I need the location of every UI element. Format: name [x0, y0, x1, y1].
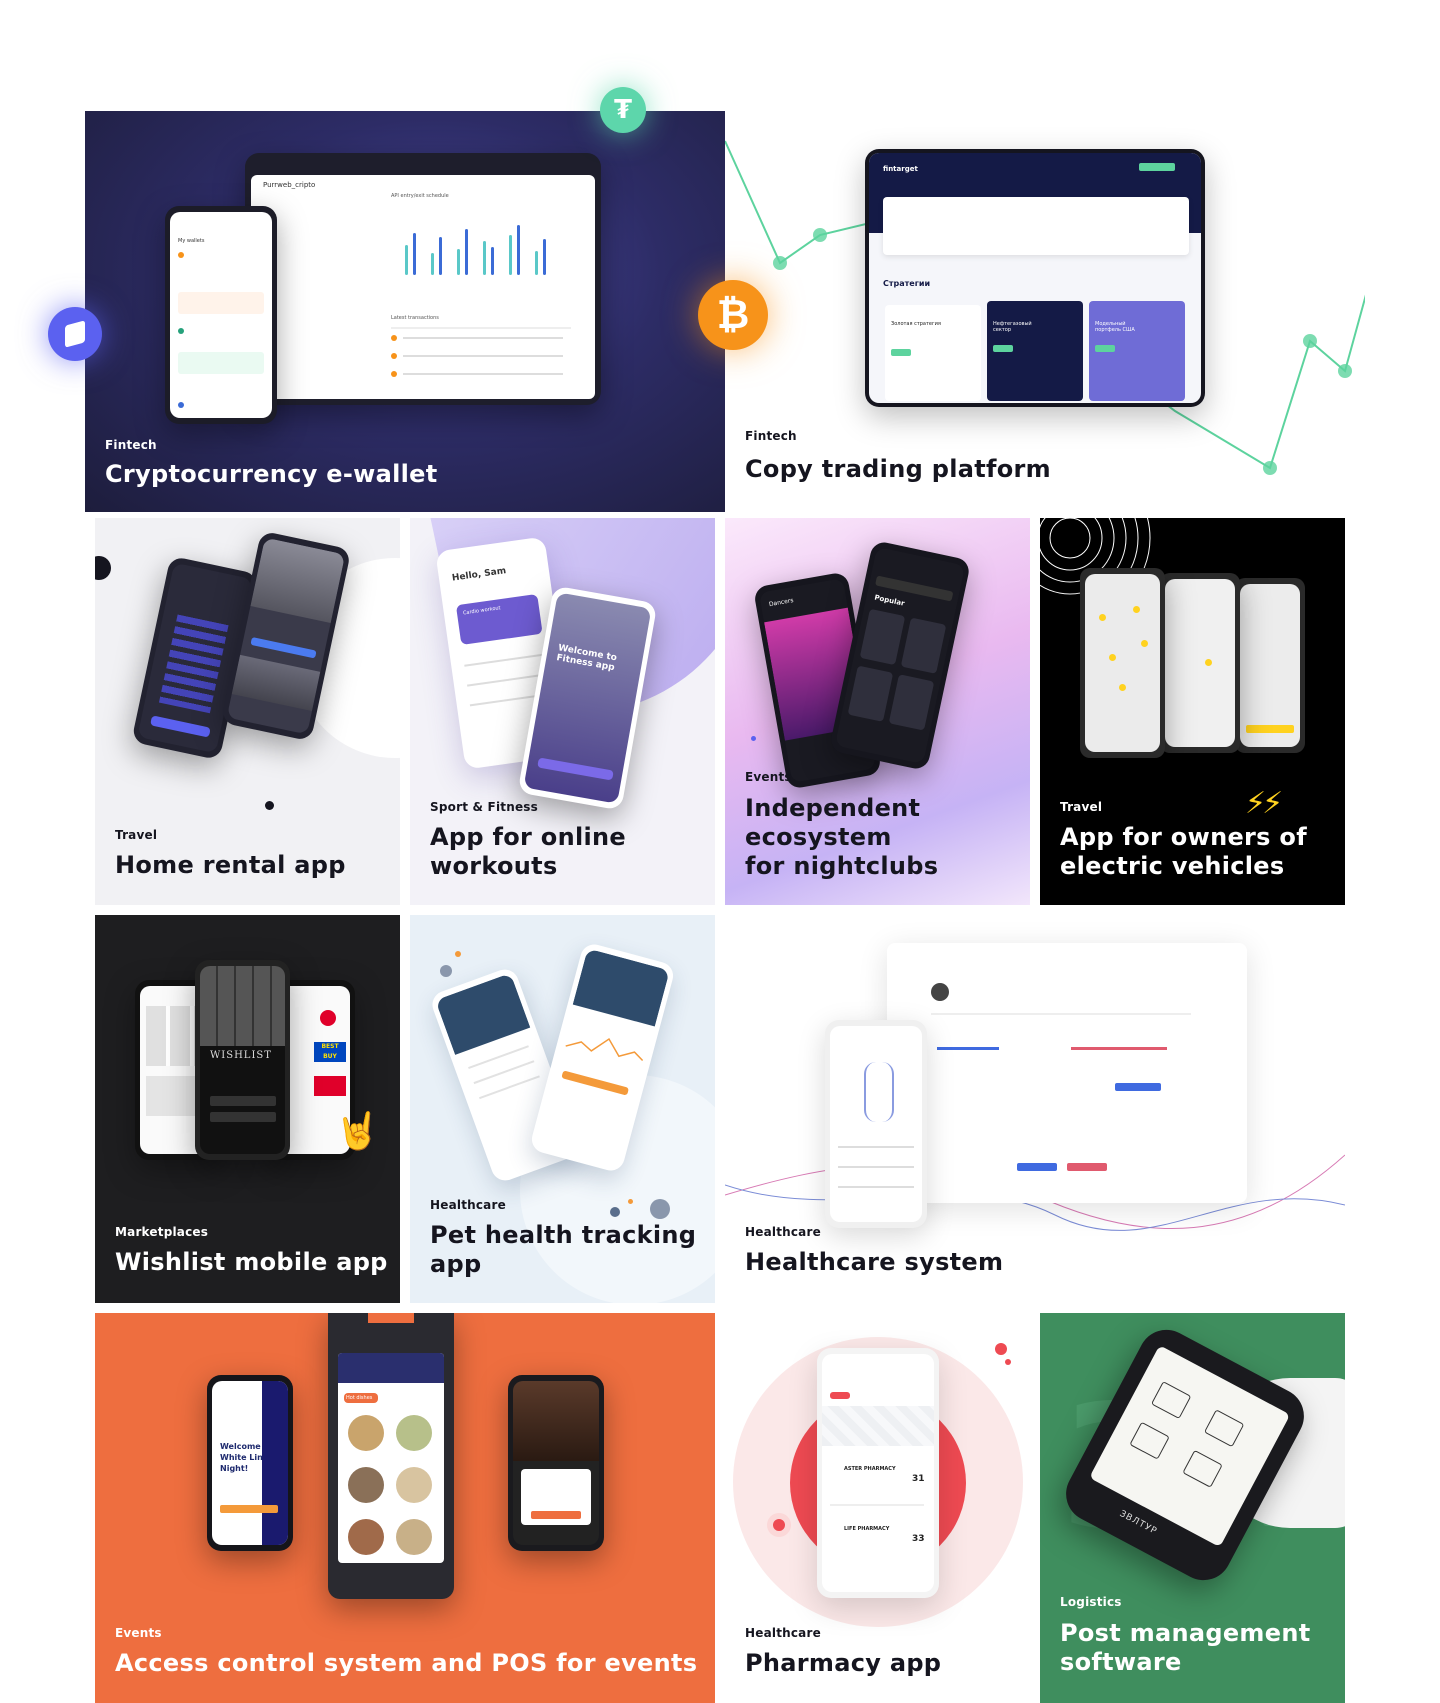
section-label: Стратегии — [883, 279, 931, 288]
card-copy-trading[interactable]: fintarget Стратегии Золотая стратегия Не… — [725, 111, 1365, 512]
card-title: Post management software — [1060, 1619, 1311, 1676]
phone-mockup-right: Popular — [828, 539, 972, 772]
card-home-rental[interactable]: Travel Home rental app — [95, 518, 400, 905]
card-title: App for owners of electric vehicles — [1060, 823, 1307, 880]
card-category: Fintech — [105, 438, 157, 452]
card-title: Pet health tracking app — [430, 1221, 697, 1278]
card-category: Healthcare — [745, 1626, 821, 1640]
card-title: Cryptocurrency e-wallet — [105, 460, 438, 488]
phone-mockup-left: Welcome to White Linen Night! — [207, 1375, 293, 1551]
ethereum-icon — [48, 307, 102, 361]
phone-mockup: My wallets — [165, 206, 277, 424]
card-wishlist[interactable]: BEST BUY WISHLIST 🤘 Marketplaces Wishlis… — [95, 915, 400, 1303]
card-category: Travel — [115, 828, 158, 842]
pos-terminal: Hot dishes — [328, 1313, 454, 1599]
card-healthcare-system[interactable]: Healthcare Healthcare system — [725, 915, 1345, 1303]
card-nightclubs[interactable]: Dancers Popular Events Independent ecosy… — [725, 518, 1030, 905]
card-title: Home rental app — [115, 851, 346, 879]
card-access-control[interactable]: Welcome to White Linen Night! Hot dishes… — [95, 1313, 715, 1703]
bar-chart — [401, 215, 571, 275]
card-electric-vehicles[interactable]: ⚡⚡ Travel App for owners of electric veh… — [1040, 518, 1345, 905]
transactions-label: Latest transactions — [391, 315, 439, 321]
screen-title: Purrweb_cripto — [263, 181, 316, 189]
chart-label: API entry/exit schedule — [391, 193, 449, 199]
phone-mockup: ASTER PHARMACY 31 LIFE PHARMACY 33 — [817, 1348, 939, 1598]
card-pharmacy[interactable]: ASTER PHARMACY 31 LIFE PHARMACY 33 Healt… — [725, 1313, 1030, 1703]
card-category: Marketplaces — [115, 1225, 209, 1239]
card-online-workouts[interactable]: Hello, Sam Cardio workout Welcome to Fit… — [410, 518, 715, 905]
card-category: Fintech — [745, 429, 797, 443]
card-category: Travel — [1060, 800, 1103, 814]
phone-mockup-front — [1080, 568, 1165, 758]
card-title: Healthcare system — [745, 1248, 1004, 1276]
card-pet-health[interactable]: Healthcare Pet health tracking app — [410, 915, 715, 1303]
desktop-mockup: Purrweb_cripto API entry/exit schedule L… — [245, 153, 601, 405]
card-title: App for online workouts — [430, 823, 627, 880]
tether-icon: ₮ — [600, 87, 646, 133]
desktop-mockup — [887, 943, 1247, 1203]
wallet-label: My wallets — [178, 238, 205, 244]
card-crypto-wallet[interactable]: Purrweb_cripto API entry/exit schedule L… — [85, 111, 725, 512]
card-title: Access control system and POS for events — [115, 1649, 698, 1677]
card-post-management[interactable]: 3K ЗВЛТУР Logistics Post management soft… — [1040, 1313, 1345, 1703]
card-title: Pharmacy app — [745, 1649, 942, 1677]
card-title: Copy trading platform — [745, 455, 1051, 483]
card-category: Events — [115, 1626, 162, 1640]
phone-mockup-right — [508, 1375, 604, 1551]
pos-terminal: ЗВЛТУР — [1056, 1320, 1345, 1590]
card-category: Healthcare — [430, 1198, 506, 1212]
card-category: Logistics — [1060, 1595, 1122, 1609]
card-category: Events — [745, 770, 792, 784]
phone-mockup-back — [1235, 578, 1305, 753]
bestbuy-logo: BEST BUY — [314, 1042, 346, 1062]
card-category: Sport & Fitness — [430, 800, 538, 814]
lightning-icon: ⚡⚡ — [1245, 786, 1283, 821]
brand-label: fintarget — [883, 165, 918, 173]
card-category: Healthcare — [745, 1225, 821, 1239]
tablet-mockup: fintarget Стратегии Золотая стратегия Не… — [865, 149, 1205, 407]
phone-mockup — [825, 1020, 927, 1228]
phone-mockup-center: WISHLIST — [195, 960, 290, 1160]
card-title: Wishlist mobile app — [115, 1248, 388, 1276]
hand-icon: 🤘 — [335, 1111, 380, 1152]
phone-mockup-middle — [1160, 573, 1240, 753]
card-title: Independent ecosystem for nightclubs — [745, 794, 939, 880]
